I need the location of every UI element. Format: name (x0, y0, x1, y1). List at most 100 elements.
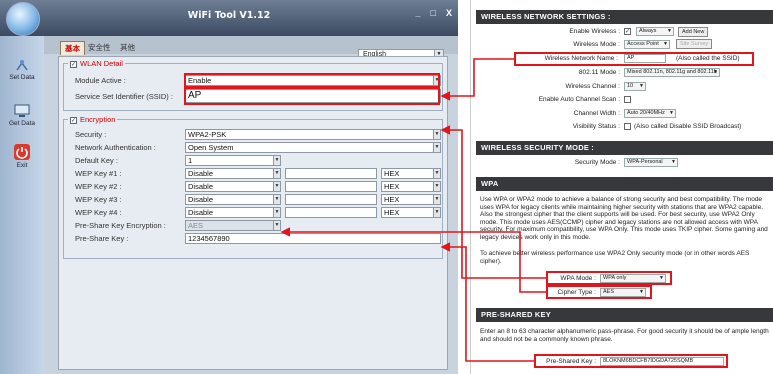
wep-key-4-input[interactable] (285, 207, 377, 218)
wireless-mode-select[interactable]: Access Point ▼ (624, 40, 670, 49)
wep-key-3-row: WEP Key #3 : Disable ▼ HEX ▼ (59, 194, 447, 206)
wep-key-4-format: HEX (384, 208, 400, 217)
chevron-down-icon: ▼ (273, 156, 280, 165)
mode-80211-select[interactable]: Mixed 802.11n, 802.11g and 802.11b ▼ (624, 68, 720, 77)
wlan-detail-checkbox[interactable]: ✓ (70, 60, 77, 68)
maximize-button[interactable]: □ (431, 8, 436, 18)
chevron-down-icon: ▼ (273, 182, 280, 191)
wep-key-1-value: Disable (188, 169, 214, 178)
network-auth-row: Network Authentication : Open System ▼ (59, 142, 447, 154)
wireless-channel-select[interactable]: 10 ▼ (624, 82, 646, 91)
psk-encryption-row: Pre-Share Key Encryption : AES ▼ (59, 220, 447, 232)
title-bar[interactable]: WiFi Tool V1.12 _ □ X (0, 0, 458, 36)
security-mode-select[interactable]: WPA-Personal ▼ (624, 158, 678, 167)
wpa-performance-note: To achieve better wireless performance u… (480, 250, 750, 265)
sidebar: Set Data Get Data Exit (0, 36, 44, 374)
channel-width-value: Auto 20/40MHz (627, 110, 665, 116)
wpa-heading: WPA (476, 177, 773, 191)
default-key-row: Default Key : 1 ▼ (59, 155, 447, 167)
pre-share-key-label: Pre-Share Key : (75, 234, 129, 243)
chevron-down-icon: ▼ (433, 208, 440, 217)
network-auth-label: Network Authentication : (75, 143, 156, 152)
default-key-value: 1 (188, 156, 193, 165)
wep-key-2-format-select[interactable]: HEX ▼ (381, 181, 441, 192)
wep-key-2-select[interactable]: Disable ▼ (185, 181, 281, 192)
channel-width-select[interactable]: Auto 20/40MHz ▼ (624, 109, 676, 118)
mode-80211-label: 802.11 Mode : (578, 69, 620, 76)
auto-channel-scan-label: Enable Auto Channel Scan : (538, 96, 620, 103)
encryption-legend[interactable]: ✓ Encryption (68, 115, 117, 124)
wep-key-1-input[interactable] (285, 168, 377, 179)
security-select[interactable]: WPA2-PSK ▼ (185, 129, 441, 140)
tab-basic[interactable]: 基本 (60, 41, 85, 55)
wep-key-1-select[interactable]: Disable ▼ (185, 168, 281, 179)
wep-key-4-format-select[interactable]: HEX ▼ (381, 207, 441, 218)
security-label: Security : (75, 130, 107, 139)
sidebar-item-set-data[interactable]: Set Data (0, 58, 44, 81)
tab-other[interactable]: 其他 (116, 41, 139, 54)
chevron-down-icon: ▼ (713, 69, 718, 75)
chevron-down-icon: ▼ (433, 169, 440, 178)
encryption-checkbox[interactable]: ✓ (70, 116, 77, 124)
site-survey-button[interactable]: Site Survey (676, 39, 713, 49)
chevron-down-icon: ▼ (663, 41, 668, 47)
wep-key-4-value: Disable (188, 208, 214, 217)
wpa-description: Use WPA or WPA2 mode to achieve a balanc… (480, 196, 768, 241)
close-button[interactable]: X (446, 8, 452, 18)
wep-key-3-format-select[interactable]: HEX ▼ (381, 194, 441, 205)
sidebar-item-get-data[interactable]: Get Data (0, 104, 44, 127)
pre-share-key-row: Pre-Share Key : 1234567890 (59, 233, 447, 245)
wep-key-2-format: HEX (384, 182, 400, 191)
schedule-value: Always (639, 28, 657, 34)
wireless-channel-value: 10 (627, 83, 634, 89)
wep-key-3-input[interactable] (285, 194, 377, 205)
wep-key-2-value: Disable (188, 182, 214, 191)
network-auth-select[interactable]: Open System ▼ (185, 142, 441, 153)
psk-encryption-select[interactable]: AES ▼ (185, 220, 281, 231)
highlight-ssid (184, 87, 440, 105)
add-new-button[interactable]: Add New (678, 27, 709, 37)
wlan-detail-legend[interactable]: ✓ WLAN Detail (68, 59, 125, 68)
enable-wireless-checkbox[interactable]: ✓ (624, 28, 631, 35)
chevron-down-icon: ▼ (671, 159, 676, 165)
ssid-label: Service Set Identifier (SSID) : (75, 92, 173, 101)
auto-channel-scan-checkbox[interactable] (624, 96, 631, 103)
network-auth-value: Open System (188, 143, 234, 152)
visibility-note: (Also called Disable SSID Broadcast) (634, 123, 742, 130)
chevron-down-icon: ▼ (433, 182, 440, 191)
chevron-down-icon: ▼ (667, 28, 672, 34)
chevron-down-icon: ▼ (273, 221, 280, 230)
wep-key-3-select[interactable]: Disable ▼ (185, 194, 281, 205)
wep-key-3-value: Disable (188, 195, 214, 204)
wireless-security-mode-heading: WIRELESS SECURITY MODE : (476, 141, 773, 155)
minimize-button[interactable]: _ (416, 8, 421, 18)
wep-key-4-select[interactable]: Disable ▼ (185, 207, 281, 218)
wifi-tool-window: WiFi Tool V1.12 _ □ X Set Data Get Data (0, 0, 458, 374)
security-mode-label: Security Mode : (574, 159, 620, 166)
wireless-mode-label: Wireless Mode : (573, 41, 620, 48)
default-key-select[interactable]: 1 ▼ (185, 155, 281, 166)
highlight-pre-shared-key (534, 354, 728, 368)
sidebar-item-exit[interactable]: Exit (0, 144, 44, 169)
psk-description: Enter an 8 to 63 character alphanumeric … (480, 328, 769, 343)
module-active-label: Module Active : (75, 76, 126, 85)
security-row: Security : WPA2-PSK ▼ (59, 129, 447, 141)
tab-security[interactable]: 安全性 (84, 41, 115, 54)
highlight-cipher-type (546, 285, 652, 299)
power-icon (14, 144, 30, 160)
sidebar-item-label: Set Data (9, 74, 35, 81)
wep-key-1-format-select[interactable]: HEX ▼ (381, 168, 441, 179)
wep-key-1-label: WEP Key #1 : (75, 169, 122, 178)
visibility-checkbox[interactable] (624, 123, 631, 130)
chevron-down-icon: ▼ (639, 83, 644, 89)
schedule-select[interactable]: Always ▼ (636, 27, 674, 36)
wep-key-2-input[interactable] (285, 181, 377, 192)
default-key-label: Default Key : (75, 156, 118, 165)
wireless-network-settings-heading: WIRELESS NETWORK SETTINGS : (476, 10, 773, 24)
wifi-icon (16, 60, 28, 71)
security-mode-value: WPA-Personal (627, 159, 663, 165)
pre-share-key-input[interactable]: 1234567890 (185, 233, 441, 244)
wep-key-2-row: WEP Key #2 : Disable ▼ HEX ▼ (59, 181, 447, 193)
highlight-network-name (514, 52, 754, 66)
pre-shared-key-heading: PRE-SHARED KEY (476, 308, 773, 322)
